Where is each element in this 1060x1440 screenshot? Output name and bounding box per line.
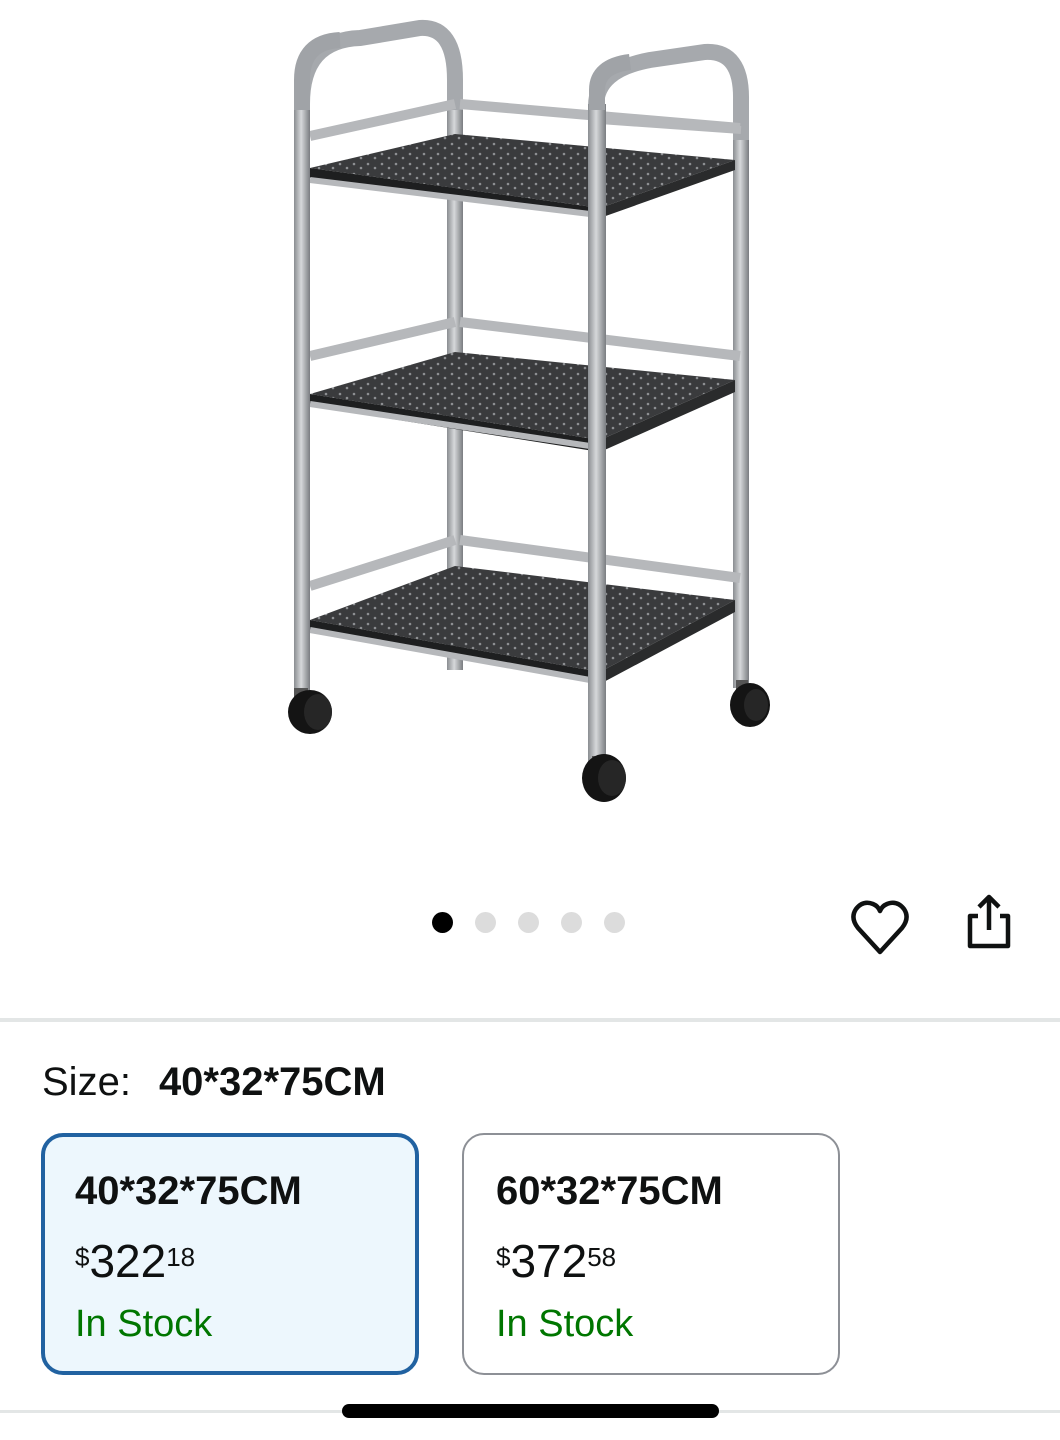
price-currency: $ xyxy=(75,1242,90,1272)
size-option-price: $32218 xyxy=(75,1233,195,1301)
carousel-dot[interactable] xyxy=(475,912,496,933)
heart-icon xyxy=(851,900,909,955)
carousel-dot[interactable] xyxy=(518,912,539,933)
price-fraction: 18 xyxy=(166,1242,196,1272)
carousel-dot-active[interactable] xyxy=(432,912,453,933)
availability-status: In Stock xyxy=(496,1303,634,1345)
share-icon xyxy=(967,894,1011,949)
home-indicator[interactable] xyxy=(342,1404,719,1418)
image-carousel-dots xyxy=(432,912,625,933)
availability-status: In Stock xyxy=(75,1303,213,1345)
size-option-name: 40*32*75CM xyxy=(75,1169,302,1213)
price-whole: 322 xyxy=(89,1235,167,1287)
size-label: Size: xyxy=(42,1060,131,1104)
carousel-dot[interactable] xyxy=(604,912,625,933)
carousel-dot[interactable] xyxy=(561,912,582,933)
selected-size-value: 40*32*75CM xyxy=(158,1060,386,1104)
product-image[interactable] xyxy=(0,0,1060,880)
size-option-name: 60*32*75CM xyxy=(496,1169,723,1213)
rolling-cart-illustration xyxy=(288,20,770,802)
size-option-60x32x75[interactable]: 60*32*75CM $37258 In Stock xyxy=(462,1133,840,1375)
caster-front-right xyxy=(582,754,626,802)
share-button[interactable] xyxy=(958,892,1020,954)
section-divider xyxy=(0,1018,1060,1022)
price-whole: 372 xyxy=(510,1235,588,1287)
price-fraction: 58 xyxy=(587,1242,617,1272)
size-option-40x32x75[interactable]: 40*32*75CM $32218 In Stock xyxy=(41,1133,419,1375)
favorite-button[interactable] xyxy=(848,896,912,960)
caster-front-left xyxy=(288,688,332,734)
caster-back-right xyxy=(730,680,770,727)
size-selector-header: Size: 40*32*75CM xyxy=(42,1058,386,1106)
size-option-price: $37258 xyxy=(496,1233,616,1301)
price-currency: $ xyxy=(496,1242,511,1272)
